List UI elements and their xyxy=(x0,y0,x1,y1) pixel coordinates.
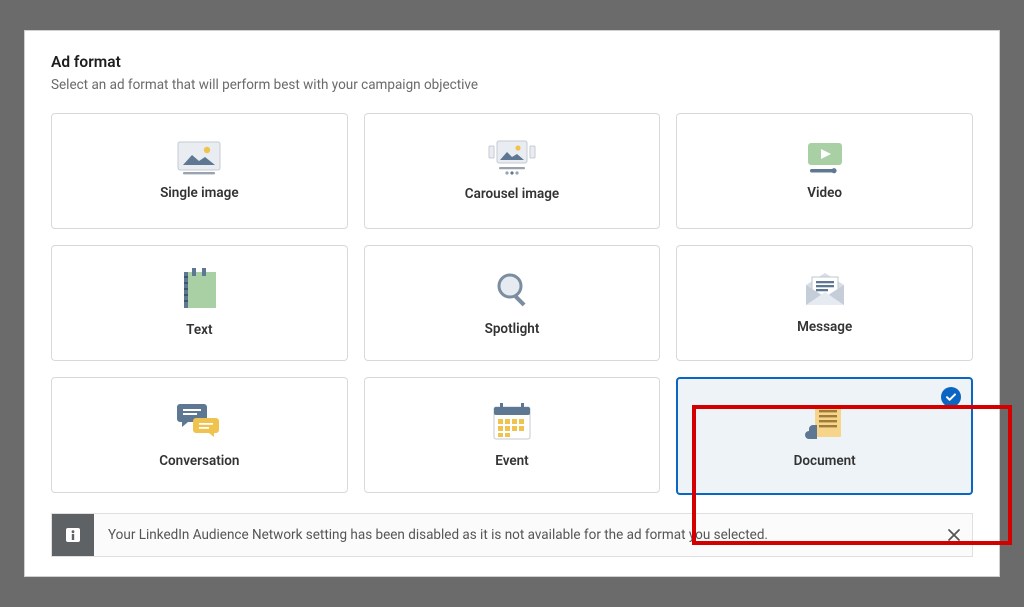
card-label: Carousel image xyxy=(465,186,559,202)
card-label: Single image xyxy=(160,185,239,201)
image-icon xyxy=(177,141,221,175)
check-icon xyxy=(941,387,961,407)
ad-format-panel: Ad format Select an ad format that will … xyxy=(24,30,1000,577)
card-label: Text xyxy=(186,322,212,338)
format-card-event[interactable]: Event xyxy=(364,377,661,493)
format-card-message[interactable]: Message xyxy=(676,245,973,361)
format-card-spotlight[interactable]: Spotlight xyxy=(364,245,661,361)
format-card-video[interactable]: Video xyxy=(676,113,973,229)
card-label: Document xyxy=(794,453,856,469)
message-icon xyxy=(802,271,848,309)
format-card-text[interactable]: Text xyxy=(51,245,348,361)
document-icon xyxy=(801,403,849,443)
section-title: Ad format xyxy=(51,53,973,71)
text-icon xyxy=(178,268,220,312)
card-label: Spotlight xyxy=(485,321,540,337)
format-card-conversation[interactable]: Conversation xyxy=(51,377,348,493)
card-label: Event xyxy=(495,453,528,469)
event-icon xyxy=(490,401,534,443)
info-bar: Your LinkedIn Audience Network setting h… xyxy=(51,513,973,557)
close-button[interactable] xyxy=(936,517,972,553)
card-label: Message xyxy=(797,319,852,335)
format-card-single-image[interactable]: Single image xyxy=(51,113,348,229)
format-grid: Single image Carousel image xyxy=(51,113,973,495)
spotlight-icon xyxy=(491,269,533,311)
card-label: Conversation xyxy=(159,453,239,469)
format-card-document[interactable]: Document xyxy=(676,377,973,495)
format-card-carousel-image[interactable]: Carousel image xyxy=(364,113,661,229)
card-label: Video xyxy=(807,185,842,201)
info-text: Your LinkedIn Audience Network setting h… xyxy=(94,527,936,543)
carousel-icon xyxy=(487,140,537,176)
video-icon xyxy=(802,141,848,175)
conversation-icon xyxy=(174,401,224,443)
info-icon xyxy=(52,514,94,556)
section-subtitle: Select an ad format that will perform be… xyxy=(51,77,973,93)
